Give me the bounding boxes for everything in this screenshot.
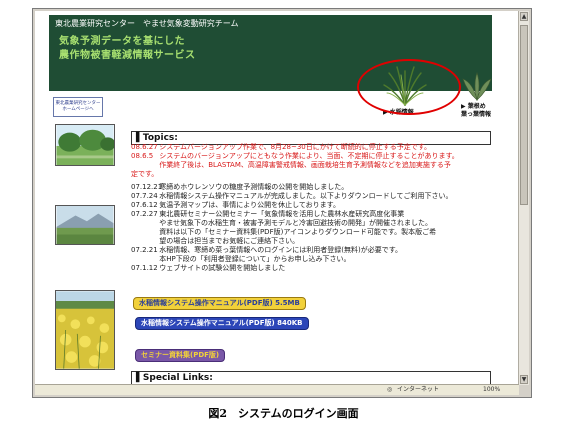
news-item: 資料は以下の「セミナー資料集(PDF版)アイコンよりダウンロード可能です。製本版… [131, 228, 501, 237]
security-zone-label: インターネット [397, 386, 440, 393]
vegetable-info-label-line1: ▶ 葉根め [461, 103, 486, 110]
news-text: 作業終了後は、BLASTAM、高温障害警戒情報、画面栽培生育予測情報などを追加実… [159, 161, 451, 169]
news-text: やませ気象下の水稲生育・被害予測モデルと冷害回避技術の開発」が開催されました。 [159, 219, 433, 227]
browser-status-bar: ◎ インターネット 100% [35, 384, 519, 395]
news-text: 東北農研セミナー公開セミナー「気象情報を活用した農林水産研究高度化事業 [159, 210, 405, 218]
site-title-line2: 農作物被害軽減情報サービス [59, 50, 196, 61]
news-item: 07.2.27 東北農研セミナー公開セミナー「気象情報を活用した農林水産研究高度… [131, 210, 501, 219]
news-date: 07.2.21 [131, 246, 158, 254]
news-text: 定です。 [131, 170, 159, 178]
news-text: 資料は以下の「セミナー資料集(PDF版)アイコンよりダウンロード可能です。製本版… [159, 228, 437, 236]
seminar-materials-button[interactable]: セミナー資料集(PDF版) [135, 349, 226, 362]
vegetable-leaf-icon[interactable] [459, 71, 495, 101]
news-item: 本HP下段の「利用者登録について」からお申し込み下さい。 [131, 255, 501, 264]
site-header-banner: 東北農業研究センター やませ気象変動研究チーム 気象予測データを基にした 農作物… [49, 15, 492, 118]
news-item: 08.6.5 システムのバージョンアップにともなう作業により、当面、不定期に停止… [131, 152, 501, 161]
news-item: 08.6.27 システムバージョンアップ作業で、8月28~30日にかけて断続的に… [131, 143, 501, 152]
news-item: 望の場合は担当までお気軽にご連絡下さい。 [131, 237, 501, 246]
news-date: 07.1.12 [131, 264, 158, 272]
news-text: 寒締めホウレンソウの糖度予測情報の公開を開始しました。 [159, 183, 349, 191]
news-item: 07.2.21 水稲情報、寒締め菜っ葉情報へのログインには利用者登録(無料)が必… [131, 246, 501, 255]
field-trees-photo [55, 124, 115, 166]
news-item: 07.7.24 水稲情報システム操作マニュアルが完成しました。以下よりダウンロー… [131, 192, 501, 201]
web-page: 東北農業研究センター やませ気象変動研究チーム 気象予測データを基にした 農作物… [35, 11, 519, 385]
highlight-circle [357, 59, 461, 115]
news-date: 07.6.12 [131, 201, 158, 209]
topics-news-list: 08.6.27 システムバージョンアップ作業で、8月28~30日にかけて断続的に… [131, 143, 501, 273]
manual-download-button-large[interactable]: 水稲情報システム操作マニュアル(PDF版) 5.5MB [133, 297, 306, 310]
news-date: 08.6.5 [131, 152, 154, 160]
organization-name: 東北農業研究センター やませ気象変動研究チーム [55, 19, 239, 28]
scrollbar-thumb[interactable] [520, 25, 528, 205]
news-date: 07.7.24 [131, 192, 158, 200]
news-date: 07.12.21 [131, 183, 163, 191]
news-item: やませ気象下の水稲生育・被害予測モデルと冷害回避技術の開発」が開催されました。 [131, 219, 501, 228]
rapeseed-field-photo [55, 290, 115, 370]
mountain-field-photo [55, 205, 115, 245]
news-text: システムのバージョンアップにともなう作業により、当面、不定期に停止することがあり… [159, 152, 459, 160]
globe-icon: ◎ [387, 386, 393, 393]
news-item: 07.6.12 気温予測マップは、事情により公開を休止しております。 [131, 201, 501, 210]
news-text: システムバージョンアップ作業で、8月28~30日にかけて断続的に停止する予定です… [159, 143, 432, 151]
site-title-line1: 気象予測データを基にした [59, 36, 185, 47]
news-text: 水稲情報、寒締め菜っ葉情報へのログインには利用者登録(無料)が必要です。 [159, 246, 402, 254]
browser-window-screenshot: 東北農業研究センター やませ気象変動研究チーム 気象予測データを基にした 農作物… [32, 8, 532, 398]
news-date: 07.2.27 [131, 210, 158, 218]
news-item: 作業終了後は、BLASTAM、高温障害警戒情報、画面栽培生育予測情報などを追加実… [131, 161, 501, 170]
vegetable-info-label-line2: 葉っ葉情報 [461, 111, 492, 118]
home-link-logo[interactable]: 東北農業研究センター ホームページへ [53, 97, 103, 117]
special-links-heading: ▌Special Links: [131, 371, 491, 385]
news-item: 07.1.12 ウェブサイトの試験公開を開始しました [131, 264, 501, 273]
news-item: 07.12.21 寒締めホウレンソウの糖度予測情報の公開を開始しました。 [131, 183, 501, 192]
figure-caption: 図2 システムのログイン画面 [208, 407, 359, 420]
home-link-line2: ホームページへ [62, 107, 94, 112]
news-text: ウェブサイトの試験公開を開始しました [159, 264, 286, 272]
vertical-scrollbar[interactable]: ▲ ▼ [518, 11, 529, 385]
scroll-up-arrow-icon[interactable]: ▲ [520, 12, 528, 21]
vegetable-info-link[interactable]: ▶ 葉根め 葉っ葉情報 [461, 103, 491, 119]
news-item: 定です。 [131, 170, 501, 179]
news-date: 08.6.27 [131, 143, 158, 151]
news-text: 気温予測マップは、事情により公開を休止しております。 [159, 201, 340, 209]
news-text: 水稲情報システム操作マニュアルが完成しました。以下よりダウンロードしてご利用下さ… [159, 192, 453, 200]
manual-download-button-small[interactable]: 水稲情報システム操作マニュアル(PDF版) 840KB [135, 317, 309, 330]
news-text: 本HP下段の「利用者登録について」からお申し込み下さい。 [159, 255, 351, 263]
scroll-down-arrow-icon[interactable]: ▼ [520, 375, 528, 384]
news-text: 望の場合は担当までお気軽にご連絡下さい。 [159, 237, 300, 245]
zoom-level[interactable]: 100% [483, 385, 500, 395]
